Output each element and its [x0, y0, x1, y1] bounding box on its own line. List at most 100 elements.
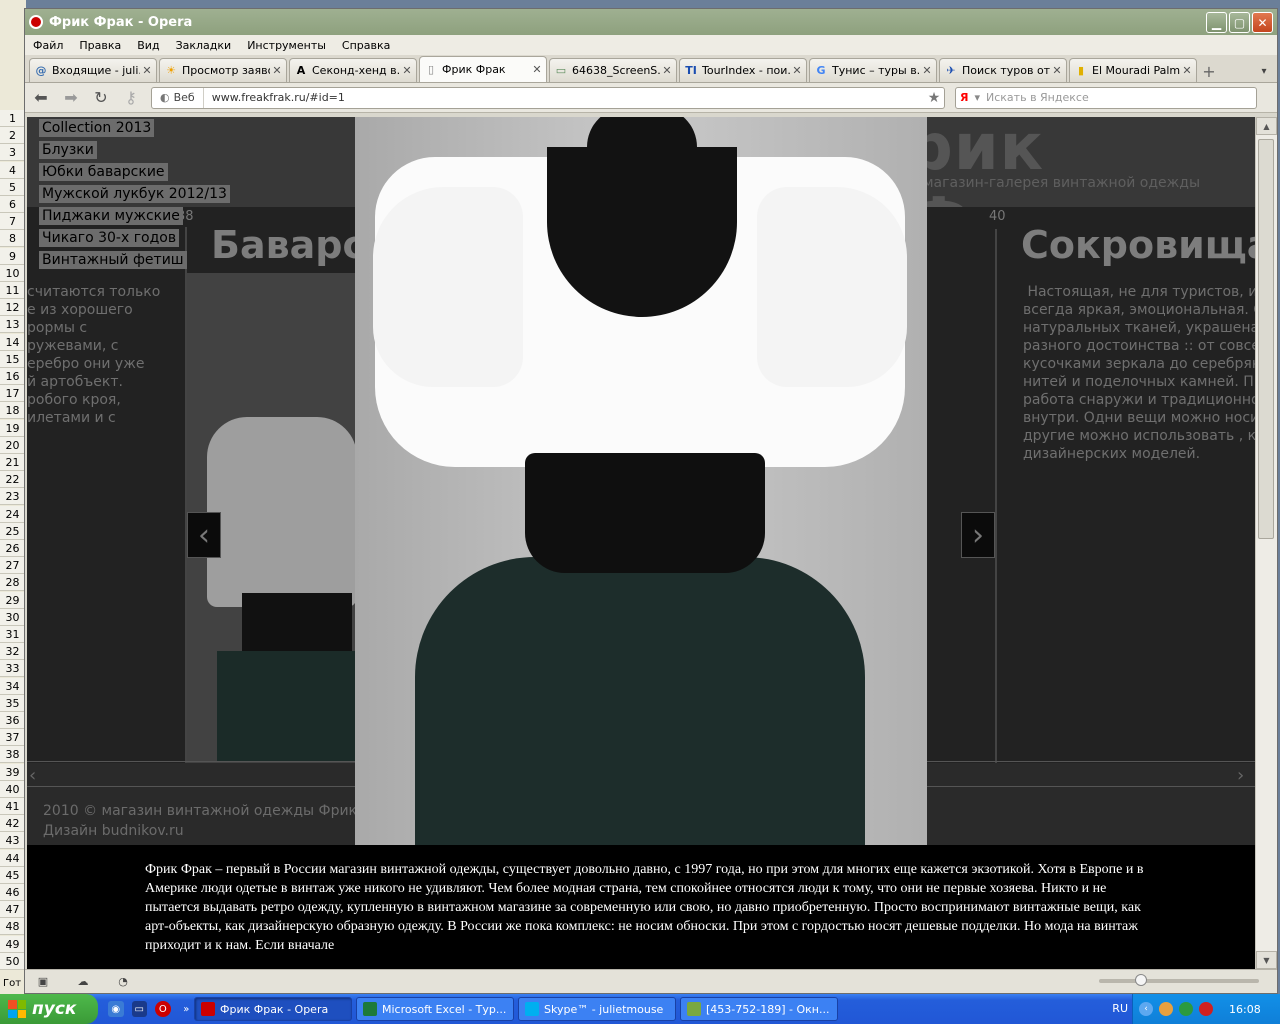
forward-arrow-icon[interactable]: ➡	[61, 88, 81, 108]
tray-expand-icon[interactable]: ‹	[1139, 1002, 1153, 1016]
excel-row-header[interactable]: 24	[0, 505, 26, 523]
excel-row-header[interactable]: 37	[0, 729, 26, 747]
excel-row-header[interactable]: 14	[0, 333, 26, 351]
excel-row-header[interactable]: 35	[0, 694, 26, 712]
minimize-button[interactable]: ▁	[1206, 12, 1227, 33]
maximize-button[interactable]: ▢	[1229, 12, 1250, 33]
excel-row-header[interactable]: 50	[0, 952, 26, 970]
tab-2[interactable]: A Секонд-хенд в... ✕	[289, 58, 417, 82]
language-indicator[interactable]: RU	[1112, 1002, 1128, 1015]
excel-row-header[interactable]: 38	[0, 746, 26, 764]
back-arrow-icon[interactable]: ⬅	[31, 88, 51, 108]
scroll-up-icon[interactable]: ▲	[1256, 117, 1277, 135]
excel-row-header[interactable]: 26	[0, 540, 26, 557]
tab-close-icon[interactable]: ✕	[532, 63, 542, 76]
speed-dial-icon[interactable]: ◔	[115, 975, 131, 989]
menu-edit[interactable]: Правка	[79, 39, 121, 52]
excel-row-header[interactable]: 31	[0, 626, 26, 643]
excel-row-header[interactable]: 11	[0, 282, 26, 299]
excel-row-header[interactable]: 15	[0, 350, 26, 368]
excel-row-header[interactable]: 6	[0, 196, 26, 213]
taskbar-button[interactable]: Фрик Фрак - Opera	[194, 997, 352, 1021]
excel-row-header[interactable]: 10	[0, 264, 26, 282]
tab-1[interactable]: ☀ Просмотр заявок✕	[159, 58, 287, 82]
tab-6[interactable]: G Тунис – туры в... ✕	[809, 58, 937, 82]
site-menu-item[interactable]: Пиджаки мужские	[39, 207, 183, 225]
site-menu-item[interactable]: Блузки	[39, 141, 97, 159]
excel-row-header[interactable]: 39	[0, 763, 26, 781]
excel-row-header[interactable]: 34	[0, 677, 26, 695]
tray-security-icon[interactable]	[1159, 1002, 1173, 1016]
excel-row-header[interactable]: 23	[0, 488, 26, 506]
excel-row-header[interactable]: 8	[0, 230, 26, 248]
footer-design-link[interactable]: Дизайн budnikov.ru	[43, 823, 184, 839]
menu-file[interactable]: Файл	[33, 39, 63, 52]
excel-row-header[interactable]: 27	[0, 557, 26, 575]
excel-row-header[interactable]: 1	[0, 110, 26, 127]
excel-row-header[interactable]: 17	[0, 385, 26, 403]
prev-arrow-button[interactable]: ‹	[187, 512, 221, 558]
zoom-slider[interactable]	[1099, 974, 1259, 986]
tab-close-icon[interactable]: ✕	[272, 64, 282, 77]
close-button[interactable]: ✕	[1252, 12, 1273, 33]
panel-toggle-icon[interactable]: ▣	[35, 975, 51, 989]
new-tab-button[interactable]: +	[1199, 60, 1219, 82]
site-menu-item[interactable]: Чикаго 30-х годов	[39, 229, 180, 247]
excel-row-header[interactable]: 9	[0, 247, 26, 265]
tab-close-icon[interactable]: ✕	[1182, 64, 1192, 77]
excel-row-header[interactable]: 42	[0, 815, 26, 833]
cloud-icon[interactable]: ☁	[75, 975, 91, 989]
tab-4[interactable]: ▭ 64638_ScreenS... ✕	[549, 58, 677, 82]
show-desktop-icon[interactable]: ▭	[131, 1001, 147, 1017]
opera-quicklaunch-icon[interactable]: O	[155, 1001, 171, 1017]
excel-row-header[interactable]: 46	[0, 884, 26, 901]
tab-close-icon[interactable]: ✕	[662, 64, 672, 77]
tab-close-icon[interactable]: ✕	[142, 64, 152, 77]
excel-row-header[interactable]: 48	[0, 918, 26, 936]
menu-help[interactable]: Справка	[342, 39, 390, 52]
excel-row-header[interactable]: 44	[0, 849, 26, 867]
excel-row-header[interactable]: 5	[0, 178, 26, 196]
excel-row-header[interactable]: 43	[0, 832, 26, 850]
excel-row-header[interactable]: 29	[0, 591, 26, 609]
excel-row-header[interactable]: 16	[0, 368, 26, 385]
site-menu-item[interactable]: Мужской лукбук 2012/13	[39, 185, 230, 203]
reload-icon[interactable]: ↻	[91, 88, 111, 108]
zoom-slider-knob[interactable]	[1135, 974, 1147, 986]
star-icon[interactable]: ★	[924, 90, 944, 106]
menu-bookmarks[interactable]: Закладки	[176, 39, 232, 52]
scroll-right-icon[interactable]: ›	[1237, 765, 1255, 786]
url-text[interactable]: www.freakfrak.ru/#id=1	[204, 91, 924, 104]
excel-row-header[interactable]: 13	[0, 316, 26, 334]
excel-row-header[interactable]: 12	[0, 299, 26, 317]
tab-0[interactable]: @ Входящие - juli... ✕	[29, 58, 157, 82]
tab-close-icon[interactable]: ✕	[792, 64, 802, 77]
excel-row-header[interactable]: 45	[0, 866, 26, 884]
excel-row-header[interactable]: 25	[0, 522, 26, 540]
search-input[interactable]: Я ▾ Искать в Яндексе	[955, 86, 1257, 109]
excel-row-header[interactable]: 47	[0, 901, 26, 919]
scroll-down-icon[interactable]: ▼	[1256, 951, 1277, 969]
browser-icon[interactable]: ◉	[108, 1001, 124, 1017]
tab-7[interactable]: ✈ Поиск туров от...✕	[939, 58, 1067, 82]
excel-row-header[interactable]: 49	[0, 935, 26, 953]
vertical-scrollbar[interactable]: ▲ ▼	[1255, 117, 1277, 969]
tray-antivirus-icon[interactable]	[1199, 1002, 1213, 1016]
taskbar-button[interactable]: [453-752-189] - Окн...	[680, 997, 838, 1021]
next-arrow-button[interactable]: ›	[961, 512, 995, 558]
tab-5[interactable]: TI TourIndex - пои... ✕	[679, 58, 807, 82]
excel-row-header[interactable]: 40	[0, 780, 26, 798]
tab-close-icon[interactable]: ✕	[1052, 64, 1062, 77]
excel-row-header[interactable]: 41	[0, 798, 26, 815]
excel-row-header[interactable]: 18	[0, 402, 26, 420]
excel-row-header[interactable]: 2	[0, 127, 26, 145]
menu-tools[interactable]: Инструменты	[247, 39, 326, 52]
url-field[interactable]: ◐ Веб www.freakfrak.ru/#id=1 ★	[151, 86, 945, 109]
taskbar-button[interactable]: Skype™ - julietmouse	[518, 997, 676, 1021]
menu-view[interactable]: Вид	[137, 39, 159, 52]
excel-row-header[interactable]: 4	[0, 161, 26, 179]
excel-row-header[interactable]: 22	[0, 471, 26, 489]
excel-row-header[interactable]: 33	[0, 660, 26, 678]
tab-list-button[interactable]: ▾	[1255, 60, 1273, 82]
excel-row-header[interactable]: 3	[0, 144, 26, 162]
